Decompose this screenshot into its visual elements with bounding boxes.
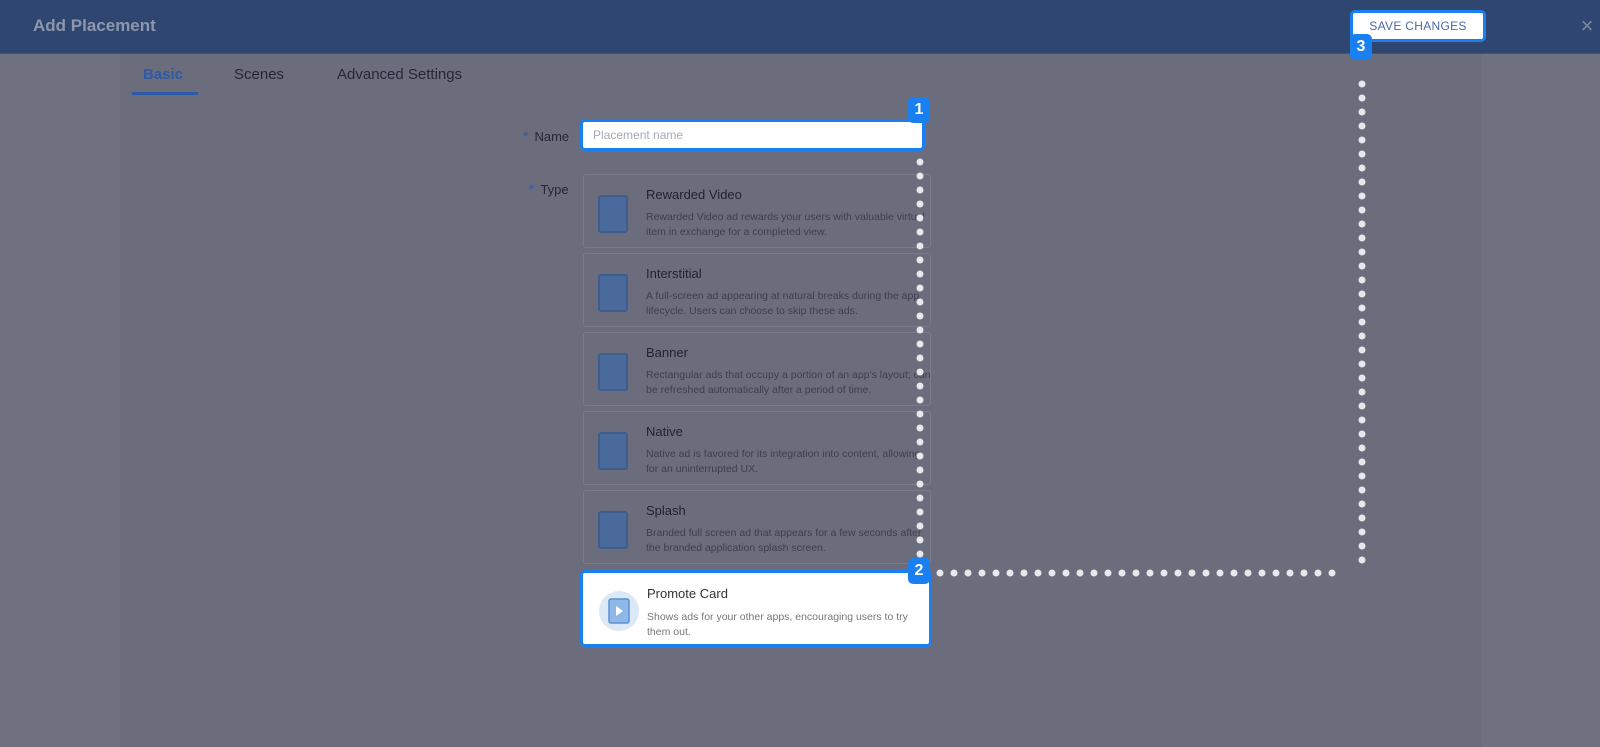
step-badge-2: 2 [908,558,930,584]
step-badge-1: 1 [908,97,930,123]
step-badge-3: 3 [1350,34,1372,60]
step-path-dots [916,68,1366,577]
